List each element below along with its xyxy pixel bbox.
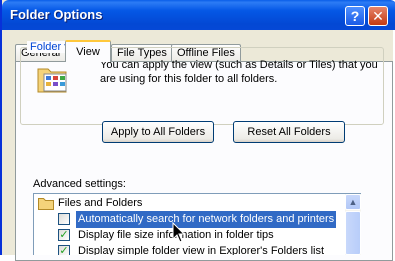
checkbox-checked[interactable]: ✓ <box>58 245 70 255</box>
scroll-thumb[interactable] <box>345 211 361 255</box>
checkbox-checked[interactable]: ✓ <box>58 229 70 241</box>
close-button[interactable]: ✕ <box>368 6 388 26</box>
apply-to-all-folders-button[interactable]: Apply to All Folders <box>102 121 214 143</box>
title-bar[interactable]: Folder Options ? ✕ <box>2 0 395 30</box>
tree-item-label: Files and Folders <box>58 197 143 209</box>
advanced-settings-label: Advanced settings: <box>33 178 126 190</box>
folder-views-description: You can apply the view (such as Details … <box>100 59 378 85</box>
checkbox-unchecked[interactable] <box>58 213 70 225</box>
help-button[interactable]: ? <box>345 6 365 26</box>
option-label: Display simple folder view in Explorer's… <box>78 245 325 255</box>
advanced-settings-list[interactable]: Files and Folders Automatically search f… <box>33 193 361 255</box>
vertical-scrollbar[interactable]: ▲ <box>345 194 361 255</box>
folder-icon <box>38 198 54 210</box>
reset-all-folders-button[interactable]: Reset All Folders <box>233 121 345 143</box>
scroll-up-arrow-icon[interactable]: ▲ <box>345 194 361 210</box>
mouse-pointer-icon <box>172 222 186 243</box>
window-title: Folder Options <box>10 7 103 22</box>
option-label: Automatically search for network folders… <box>74 210 338 229</box>
folder-view-icon <box>37 68 67 93</box>
tab-view[interactable]: View <box>65 40 111 62</box>
